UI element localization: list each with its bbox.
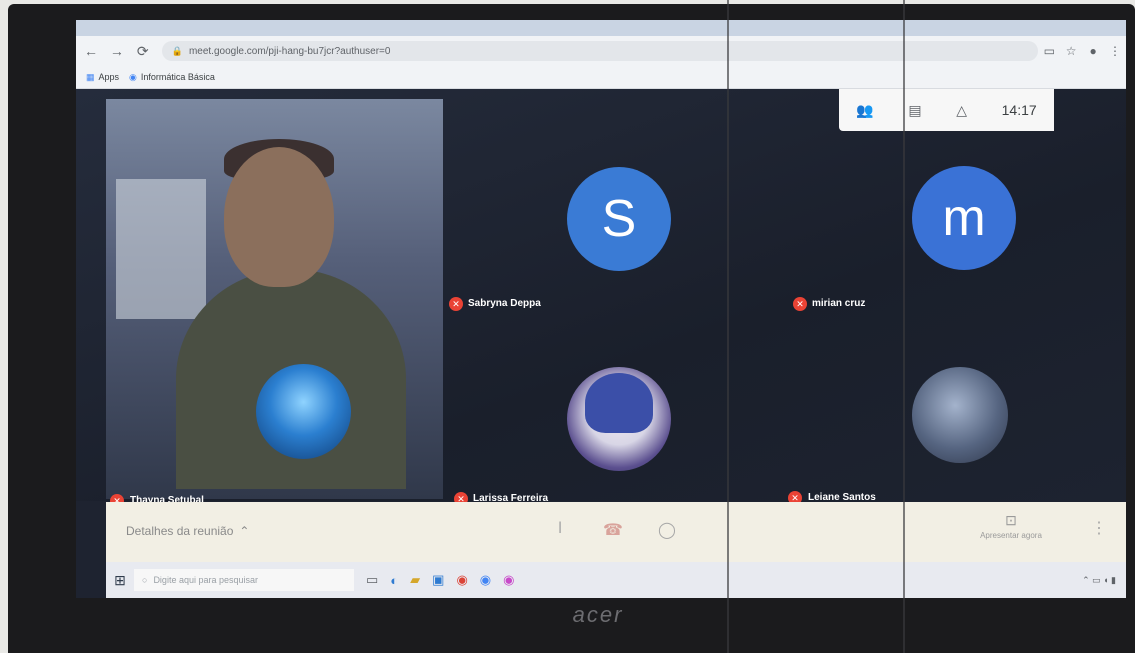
present-now-label: Apresentar agora — [980, 531, 1042, 540]
windows-start-icon[interactable]: ⊞ — [106, 572, 134, 589]
clock: 14:17 — [1001, 102, 1037, 118]
bookmarks-bar: ▦ Apps ◉ Informática Básica — [76, 66, 1126, 89]
avatar-sabryna: S — [567, 167, 671, 271]
meet-top-bar: 👥 ▤ △ 14:17 — [839, 89, 1054, 131]
explorer-icon[interactable]: ▰ — [410, 572, 420, 588]
screen: ← → ⟳ 🔒 meet.google.com/pji-hang-bu7jcr?… — [76, 20, 1126, 598]
search-icon: ○ — [142, 575, 148, 585]
bookmark-apps[interactable]: ▦ Apps — [86, 72, 119, 83]
lock-icon: 🔒 — [171, 45, 183, 56]
chevron-up-icon: ⌃ — [239, 524, 250, 538]
forward-icon[interactable]: → — [106, 43, 128, 59]
taskbar-search[interactable]: ○ Digite aqui para pesquisar — [134, 569, 354, 591]
bookmark-label: Informática Básica — [140, 72, 215, 82]
activities-icon[interactable]: △ — [956, 102, 967, 119]
mic-icon[interactable]: ǀ — [558, 520, 562, 538]
background-window — [116, 179, 206, 319]
store-icon[interactable]: ▣ — [432, 572, 444, 588]
star-icon[interactable]: ☆ — [1060, 44, 1082, 58]
people-icon[interactable]: 👥 — [856, 102, 873, 119]
scan-line — [903, 0, 905, 653]
back-icon[interactable]: ← — [80, 43, 102, 59]
profile-icon[interactable]: ● — [1082, 44, 1104, 58]
task-view-icon[interactable]: ▭ — [366, 572, 378, 588]
menu-dots-icon[interactable]: ⋮ — [1104, 44, 1126, 58]
browser-toolbar: ← → ⟳ 🔒 meet.google.com/pji-hang-bu7jcr?… — [76, 36, 1126, 66]
chrome-icon[interactable]: ◉ — [456, 572, 467, 588]
camera-icon[interactable]: ◯ — [658, 520, 676, 540]
present-now-button[interactable]: ⊡ Apresentar agora — [966, 512, 1056, 540]
video-tile-thayna[interactable] — [106, 99, 443, 499]
edge-icon[interactable]: ◐ — [390, 573, 398, 588]
anime-hair — [585, 373, 653, 433]
tab-strip — [76, 20, 1126, 36]
present-screen-icon: ⊡ — [1005, 512, 1017, 528]
participant-name-sabryna: Sabryna Deppa — [468, 298, 541, 309]
meet-bottom-bar: Detalhes da reunião ⌃ ǀ ☎ ◯ ⊡ Apresentar … — [106, 502, 1126, 562]
search-placeholder: Digite aqui para pesquisar — [153, 575, 259, 585]
meeting-details-button[interactable]: Detalhes da reunião ⌃ — [126, 524, 249, 538]
windows-taskbar: ⊞ ○ Digite aqui para pesquisar ▭ ◐ ▰ ▣ ◉… — [106, 562, 1126, 598]
mic-off-icon: ✕ — [793, 297, 807, 311]
chat-icon[interactable]: ▤ — [908, 102, 921, 119]
globe-icon: ◉ — [129, 71, 137, 82]
cast-icon[interactable]: ▭ — [1038, 44, 1060, 58]
mic-off-icon: ✕ — [449, 297, 463, 311]
avatar-initial: S — [601, 190, 637, 248]
avatar-initial: m — [942, 189, 986, 247]
person-head — [224, 147, 334, 287]
participant-name-mirian: mirian cruz — [812, 298, 866, 309]
address-bar[interactable]: 🔒 meet.google.com/pji-hang-bu7jcr?authus… — [161, 41, 1039, 61]
laptop-brand-logo: acer — [572, 602, 624, 627]
meeting-details-label: Detalhes da reunião — [126, 524, 234, 538]
apps-grid-icon: ▦ — [86, 71, 95, 82]
photos-icon[interactable]: ◉ — [503, 572, 514, 588]
url-text: meet.google.com/pji-hang-bu7jcr?authuser… — [188, 45, 391, 57]
bookmark-label: Apps — [98, 72, 120, 82]
hang-up-icon[interactable]: ☎ — [603, 520, 623, 540]
system-tray[interactable]: ⌃ ▭ ◖ ▮ — [1082, 575, 1116, 586]
meet-stage: 👥 ▤ △ 14:17 S m ✕ Sabryna Deppa ✕ mirian… — [76, 89, 1126, 508]
more-options-icon[interactable]: ⋮ — [1091, 518, 1107, 538]
laptop-bezel: ← → ⟳ 🔒 meet.google.com/pji-hang-bu7jcr?… — [8, 4, 1135, 653]
bookmark-informatica[interactable]: ◉ Informática Básica — [129, 72, 215, 83]
avatar-leiane — [912, 367, 1008, 463]
reload-icon[interactable]: ⟳ — [132, 43, 154, 60]
avatar-mirian: m — [912, 166, 1016, 270]
chrome-icon[interactable]: ◉ — [480, 572, 491, 588]
globe-image — [256, 364, 351, 459]
scan-line — [727, 0, 729, 653]
avatar-larissa — [567, 367, 671, 471]
